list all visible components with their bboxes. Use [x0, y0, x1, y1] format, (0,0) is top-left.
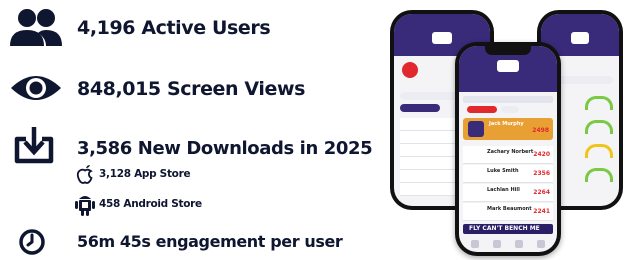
gauge	[585, 144, 613, 158]
screen-views-text: 848,015 Screen Views	[77, 78, 306, 100]
promo-banner: FLY CAN'T BENCH ME	[463, 224, 553, 234]
phone-notch	[485, 46, 531, 55]
apple-icon	[75, 164, 95, 184]
gauge	[585, 96, 613, 110]
tab-bar	[463, 96, 553, 103]
phone-center-screen: Jack Murphy 2498 Zachary Norbert 2420 Lu…	[459, 46, 557, 252]
entry-score: 2264	[533, 189, 550, 196]
nav-pill	[400, 104, 440, 112]
app-logo	[497, 60, 519, 72]
player-avatar	[468, 121, 484, 137]
leader-banner: Jack Murphy 2498	[463, 118, 553, 140]
android-icon	[75, 193, 95, 217]
clock-icon	[18, 228, 46, 256]
entry-score: 2356	[533, 170, 550, 177]
active-users-text: 4,196 Active Users	[77, 17, 271, 39]
engagement-text: 56m 45s engagement per user	[77, 232, 343, 251]
app-logo	[432, 32, 452, 44]
downloads-text: 3,586 New Downloads in 2025	[77, 138, 373, 159]
entry-score: 2241	[533, 208, 550, 215]
download-icon	[12, 125, 56, 165]
entry-name: Zachary Norbert	[487, 149, 534, 155]
entry-name: Luke Smith	[487, 168, 519, 174]
table-row: Zachary Norbert 2420	[463, 146, 553, 164]
tab-stats-icon[interactable]	[493, 240, 501, 248]
table-row: Luke Smith 2356	[463, 165, 553, 183]
table-row: Lachlan Hill 2264	[463, 184, 553, 202]
promo-text: FLY CAN'T BENCH ME	[469, 225, 540, 232]
app-store-text: 3,128 App Store	[99, 168, 191, 180]
team-badge	[402, 62, 418, 78]
banner-score: 2498	[532, 127, 549, 134]
tab-more-icon[interactable]	[537, 240, 545, 248]
table-row: Mark Beaumont 2241	[463, 203, 553, 221]
gauge	[585, 120, 613, 134]
phone-center: Jack Murphy 2498 Zachary Norbert 2420 Lu…	[455, 42, 561, 256]
banner-name: Jack Murphy	[489, 121, 524, 127]
entry-name: Mark Beaumont	[487, 206, 532, 212]
filter-pill	[501, 106, 519, 113]
users-icon	[8, 8, 64, 48]
filter-pill	[467, 106, 497, 113]
tab-team-icon[interactable]	[515, 240, 523, 248]
tab-home-icon[interactable]	[471, 240, 479, 248]
eye-icon	[9, 72, 63, 104]
gauge	[585, 168, 613, 182]
android-store-text: 458 Android Store	[99, 198, 202, 210]
app-logo	[571, 32, 589, 44]
entry-name: Lachlan Hill	[487, 187, 520, 193]
entry-score: 2420	[533, 151, 550, 158]
